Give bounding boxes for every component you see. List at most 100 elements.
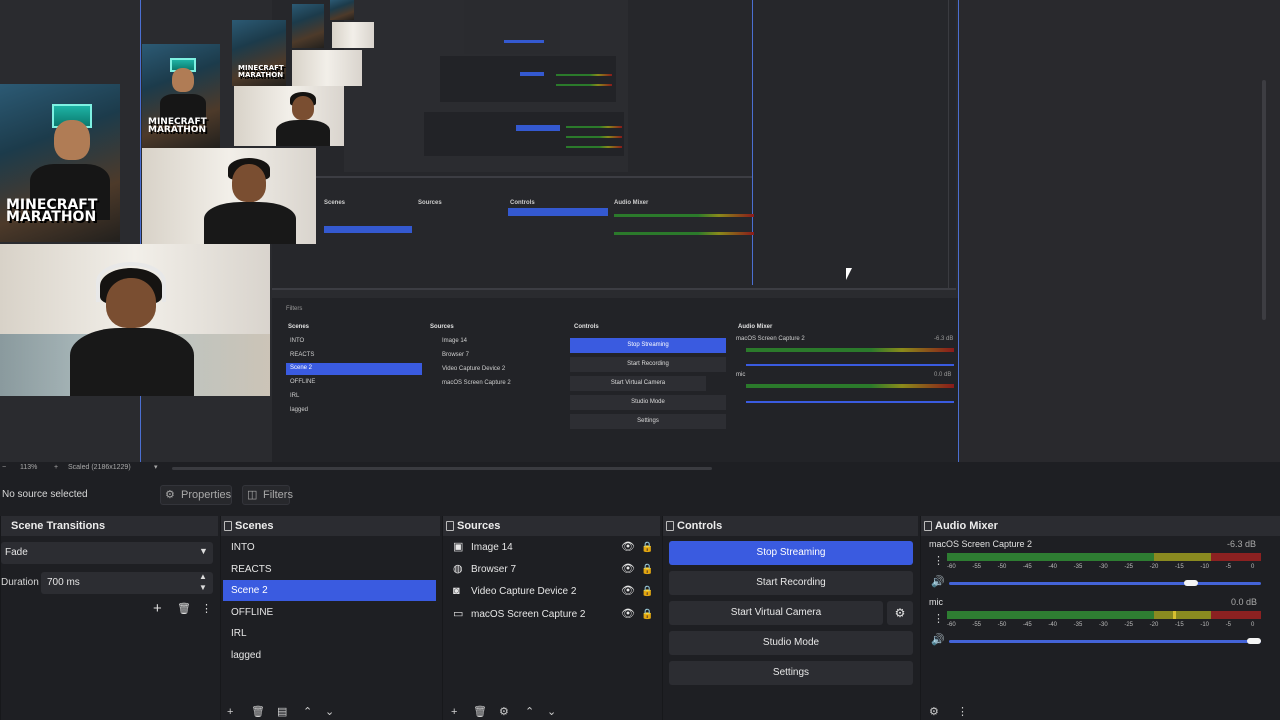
move-up-button[interactable]: ⌃ bbox=[525, 705, 534, 718]
lock-icon[interactable]: 🔒 bbox=[641, 559, 653, 580]
more-options-icon[interactable]: ⋮ bbox=[957, 705, 968, 718]
gear-icon: ⚙ bbox=[894, 606, 906, 620]
lock-icon[interactable]: 🔒 bbox=[641, 581, 653, 602]
dock-title: Controls bbox=[663, 516, 918, 536]
volume-slider[interactable] bbox=[949, 640, 1261, 643]
dock-title: Audio Mixer bbox=[921, 516, 1280, 536]
scene-filters-button[interactable]: ▤ bbox=[277, 705, 287, 718]
scale-tick: -5 bbox=[1225, 564, 1231, 570]
preview-background-right bbox=[958, 0, 1280, 462]
dock-icon bbox=[224, 521, 232, 531]
scale-tick: -50 bbox=[997, 622, 1007, 628]
virtual-camera-settings-button[interactable]: ⚙ bbox=[887, 601, 913, 625]
duration-label: Duration bbox=[1, 577, 39, 588]
gear-icon: ⚙ bbox=[165, 489, 175, 501]
remove-transition-button[interactable]: 🗑 bbox=[177, 602, 191, 615]
scene-item-selected[interactable]: Scene 2 bbox=[223, 580, 436, 601]
move-up-button[interactable]: ⌃ bbox=[303, 705, 312, 718]
browser-icon: ◍ bbox=[453, 563, 463, 575]
remove-scene-button[interactable]: 🗑 bbox=[251, 705, 265, 718]
lock-icon[interactable]: 🔒 bbox=[641, 537, 653, 558]
add-transition-button[interactable]: + bbox=[153, 600, 162, 617]
eye-icon[interactable]: 👁 bbox=[621, 581, 635, 602]
preview-scrollbar[interactable] bbox=[1262, 80, 1266, 320]
zoom-out-button[interactable]: − bbox=[2, 464, 6, 471]
add-source-button[interactable]: + bbox=[451, 706, 457, 718]
chevron-down-icon[interactable]: ▾ bbox=[154, 463, 158, 471]
scene-item[interactable]: OFFLINE bbox=[223, 602, 436, 623]
eye-icon[interactable]: 👁 bbox=[621, 604, 635, 625]
source-item[interactable]: ◙ Video Capture Device 2 👁 🔒 bbox=[445, 581, 656, 602]
settings-button[interactable]: Settings bbox=[669, 661, 913, 685]
source-label: macOS Screen Capture 2 bbox=[471, 609, 586, 620]
gear-icon[interactable]: ⚙ bbox=[929, 705, 939, 718]
chevron-down-icon: ▼ bbox=[199, 546, 208, 556]
preview-horizontal-scrollbar[interactable] bbox=[172, 467, 712, 470]
add-scene-button[interactable]: + bbox=[227, 706, 233, 718]
no-source-label: No source selected bbox=[2, 489, 88, 500]
start-recording-button[interactable]: Start Recording bbox=[669, 571, 913, 595]
scene-item[interactable]: lagged bbox=[223, 645, 436, 666]
scale-tick: -30 bbox=[1099, 622, 1108, 628]
scale-tick: -10 bbox=[1200, 622, 1209, 628]
volume-slider[interactable] bbox=[949, 582, 1261, 585]
volume-meter bbox=[947, 611, 1261, 619]
nested-thumbnail bbox=[292, 4, 324, 48]
speaker-icon[interactable]: 🔊 bbox=[931, 575, 945, 588]
transition-value: Fade bbox=[5, 547, 28, 558]
nested-webcam bbox=[292, 50, 362, 86]
eye-icon[interactable]: 👁 bbox=[621, 559, 635, 580]
more-options-icon[interactable]: ⋮ bbox=[933, 554, 944, 567]
dock-title: Sources bbox=[443, 516, 660, 536]
preview-canvas[interactable]: Scenes Sources Controls Audio Mixer MINE… bbox=[0, 0, 1280, 462]
track-db: -6.3 dB bbox=[1227, 539, 1257, 549]
lock-icon[interactable]: 🔒 bbox=[641, 604, 653, 625]
studio-mode-button[interactable]: Studio Mode bbox=[669, 631, 913, 655]
scene-item[interactable]: INTO bbox=[223, 537, 436, 558]
more-options-icon[interactable]: ⋮ bbox=[201, 602, 212, 615]
source-item[interactable]: ▣ Image 14 👁 🔒 bbox=[445, 537, 656, 558]
scale-tick: -35 bbox=[1073, 622, 1083, 628]
volume-slider-knob[interactable] bbox=[1247, 638, 1261, 644]
source-properties-button[interactable]: ⚙ bbox=[499, 705, 509, 718]
eye-icon[interactable]: 👁 bbox=[621, 537, 635, 558]
nested-thumbnail: MINECRAFT MARATHON bbox=[142, 44, 220, 148]
scale-tick: 0 bbox=[1251, 564, 1255, 570]
more-options-icon[interactable]: ⋮ bbox=[933, 612, 944, 625]
image-icon: ▣ bbox=[453, 541, 464, 553]
properties-button[interactable]: ⚙ Properties bbox=[160, 485, 232, 505]
stream-thumbnail-image: MINECRAFT MARATHON bbox=[0, 84, 120, 242]
filters-button[interactable]: ◫ Filters bbox=[242, 485, 293, 505]
speaker-icon[interactable]: 🔊 bbox=[931, 633, 945, 646]
scale-tick: -15 bbox=[1175, 564, 1184, 570]
chevron-down-icon[interactable]: ▼ bbox=[199, 583, 207, 592]
duration-spinbox[interactable]: 700 ms ▲ ▼ bbox=[41, 572, 213, 594]
scale-tick: -60 bbox=[947, 622, 956, 628]
sources-dock: Sources ▣ Image 14 👁 🔒 ◍ Browser 7 👁 🔒 ◙… bbox=[442, 516, 660, 720]
zoom-in-button[interactable]: + bbox=[54, 464, 58, 471]
scene-item[interactable]: REACTS bbox=[223, 559, 436, 580]
source-item[interactable]: ◍ Browser 7 👁 🔒 bbox=[445, 559, 656, 580]
transition-select[interactable]: Fade ▼ bbox=[1, 542, 213, 564]
volume-meter bbox=[947, 553, 1261, 561]
webcam-feed bbox=[0, 244, 270, 396]
scale-tick: -25 bbox=[1124, 564, 1133, 570]
scene-item[interactable]: IRL bbox=[223, 623, 436, 644]
dock-icon bbox=[924, 521, 932, 531]
start-virtual-camera-button[interactable]: Start Virtual Camera bbox=[669, 601, 883, 625]
display-icon: ▭ bbox=[453, 608, 464, 620]
remove-source-button[interactable]: 🗑 bbox=[473, 705, 487, 718]
track-name: mic bbox=[929, 597, 943, 607]
scale-tick: -20 bbox=[1149, 564, 1159, 570]
volume-slider-knob[interactable] bbox=[1184, 580, 1199, 586]
source-item[interactable]: ▭ macOS Screen Capture 2 👁 🔒 bbox=[445, 604, 656, 625]
track-db: 0.0 dB bbox=[1231, 597, 1258, 607]
volume-scale: -60 -55 -50 -45 -40 -35 -30 -25 -20 -15 -10 -5 0 bbox=[947, 621, 1261, 633]
stop-streaming-button[interactable]: Stop Streaming bbox=[669, 541, 913, 565]
controls-title: Controls bbox=[677, 520, 723, 532]
scaled-size: Scaled (2186x1229) bbox=[68, 464, 131, 471]
thumbnail-title: MINECRAFT MARATHON bbox=[6, 196, 98, 226]
chevron-up-icon[interactable]: ▲ bbox=[199, 572, 207, 581]
move-down-button[interactable]: ⌄ bbox=[325, 705, 334, 718]
move-down-button[interactable]: ⌄ bbox=[547, 705, 556, 718]
